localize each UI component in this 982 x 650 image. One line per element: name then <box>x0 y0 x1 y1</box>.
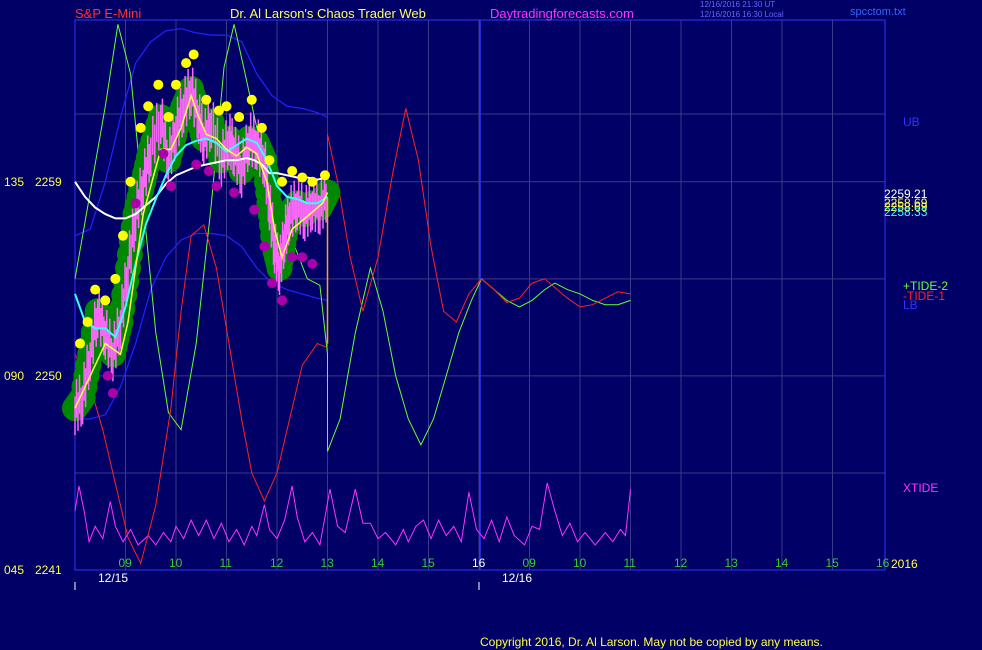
low-dot <box>191 159 202 170</box>
x-tick-label: 11 <box>624 556 637 570</box>
high-dot <box>153 79 164 90</box>
symbol-title: S&P E-Mini <box>75 6 141 21</box>
high-dot <box>90 284 101 295</box>
high-dot <box>135 122 146 133</box>
y-label-code: 090 <box>4 369 24 383</box>
chart-window: 135 2259 090 2250 045 2241 09 10 11 12 13 14 15 16 09… <box>0 0 982 650</box>
high-dot <box>125 176 136 187</box>
y-label-price: 2250 <box>35 369 62 383</box>
copyright: Copyright 2016, Dr. Al Larson. May not b… <box>480 635 823 649</box>
x-tick-label: 10 <box>573 556 587 570</box>
high-dot <box>171 79 181 90</box>
x-tick-label: 10 <box>169 556 183 570</box>
high-dot <box>163 112 174 123</box>
chart-svg: 135 2259090 2250045 2241 09 10 11 12 13 14 15 16 09… <box>4 0 948 649</box>
x-tick-label: 16 <box>876 556 890 570</box>
x-tick-label: 09 <box>119 556 133 570</box>
y-label-price: 2241 <box>35 563 62 577</box>
tide1-line <box>74 108 631 565</box>
low-dot <box>229 187 240 198</box>
timestamp-ut: 12/16/2016 21:30 UT <box>700 0 775 9</box>
high-dot <box>188 49 199 60</box>
x-tick-label: 14 <box>775 556 789 570</box>
label-xtide: XTIDE <box>903 481 938 495</box>
x-axis-labels: 09 10 11 12 13 14 15 16 09 10 11 12 13 14 15 16 12/15 12/… <box>74 556 890 590</box>
low-dot <box>107 388 118 399</box>
x-tick-label: 16 <box>472 556 486 570</box>
low-dot <box>297 252 308 263</box>
high-dot <box>181 58 192 69</box>
year-label: 2016 <box>891 557 918 571</box>
high-dot <box>246 94 257 105</box>
high-dot <box>75 338 86 349</box>
high-dot <box>221 101 232 112</box>
date-label: 12/16 <box>502 571 532 585</box>
label-value-4: 2258.33 <box>884 205 928 219</box>
data-filename: spcctom.txt <box>850 6 906 18</box>
timestamp-local: 12/16/2016 16:30 Local <box>700 10 784 19</box>
x-tick-label: 15 <box>826 556 840 570</box>
low-dot <box>249 204 260 215</box>
high-dot <box>319 170 330 181</box>
x-tick-label: 12 <box>674 556 688 570</box>
x-tick-label: 15 <box>422 556 436 570</box>
y-label-code: 045 <box>4 563 24 577</box>
high-dot <box>117 230 128 241</box>
high-dot <box>201 94 212 105</box>
low-dot <box>259 241 270 252</box>
high-dot <box>143 101 154 112</box>
label-ub: UB <box>903 115 920 129</box>
x-tick-label: 14 <box>371 556 385 570</box>
y-label-code: 135 <box>4 175 24 189</box>
high-dot <box>110 273 121 284</box>
low-dot <box>102 370 113 381</box>
low-dot <box>277 295 288 306</box>
low-dot <box>130 198 141 209</box>
high-dot <box>287 165 298 176</box>
high-dot <box>256 122 267 133</box>
high-dot <box>234 112 245 123</box>
high-dot <box>264 155 275 166</box>
low-dot <box>203 165 214 176</box>
x-tick-label: 12 <box>270 556 284 570</box>
y-label-price: 2259 <box>35 175 62 189</box>
low-dot <box>165 181 176 192</box>
date-label: 12/15 <box>98 571 128 585</box>
site-url: Daytradingforecasts.com <box>490 6 634 21</box>
label-lb: LB <box>903 298 918 312</box>
y-axis-labels: 135 2259 090 2250 045 2241 <box>4 175 62 577</box>
low-dot <box>266 278 277 289</box>
low-dot <box>307 258 318 269</box>
high-dot <box>307 176 318 187</box>
high-dot <box>82 316 93 327</box>
x-tick-label: 13 <box>725 556 739 570</box>
low-dot <box>158 148 169 159</box>
high-dot <box>297 172 308 183</box>
high-dot <box>100 295 111 306</box>
x-tick-label: 13 <box>321 556 335 570</box>
low-dot <box>287 252 298 263</box>
site-title: Dr. Al Larson's Chaos Trader Web <box>230 6 426 21</box>
x-tick-label: 09 <box>523 556 537 570</box>
x-tick-label: 11 <box>220 556 233 570</box>
high-dot <box>277 176 288 187</box>
low-dot <box>211 181 222 192</box>
